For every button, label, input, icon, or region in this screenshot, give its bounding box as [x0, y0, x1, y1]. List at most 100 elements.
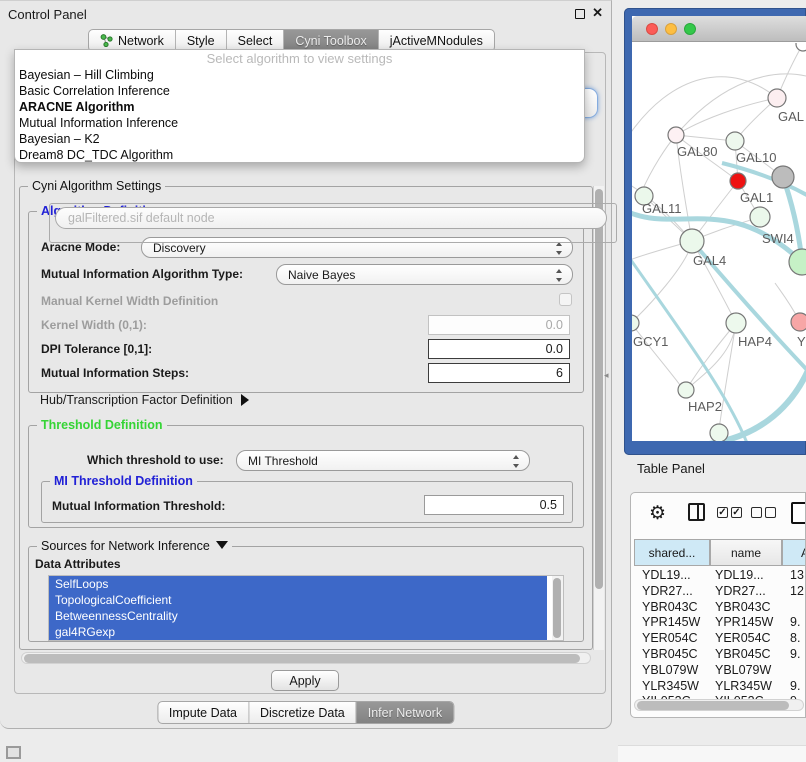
- close-panel-icon[interactable]: ✕: [592, 5, 603, 21]
- gear-icon[interactable]: ⚙: [649, 502, 666, 525]
- data-attributes-list[interactable]: SelfLoopsTopologicalCoefficientBetweenne…: [48, 575, 564, 641]
- table-cell: YDR27...: [634, 584, 710, 600]
- tab-jactivemnodules[interactable]: jActiveMNodules: [379, 30, 494, 51]
- network-node[interactable]: [791, 313, 806, 331]
- network-edge[interactable]: [641, 135, 676, 193]
- apply-button[interactable]: Apply: [271, 670, 339, 691]
- panel-divider-grip[interactable]: ◂: [604, 370, 609, 381]
- attribute-item[interactable]: gal4RGexp: [49, 624, 547, 640]
- attribute-item[interactable]: BetweennessCentrality: [49, 608, 547, 624]
- network-edge[interactable]: [676, 98, 777, 135]
- network-view-frame: GALGAL80GAL10GAL1GAL11GAL4SWI4GCY1HAP4YH…: [624, 8, 806, 455]
- network-node[interactable]: [750, 207, 770, 227]
- checked-checkbox-icon[interactable]: ✓: [731, 507, 742, 518]
- settings-hscroll-thumb[interactable]: [24, 654, 580, 663]
- network-node[interactable]: [726, 132, 744, 150]
- mi-threshold-field[interactable]: 0.5: [424, 495, 564, 515]
- kernel-width-field[interactable]: 0.0: [428, 315, 570, 335]
- tab-network[interactable]: Network: [89, 30, 176, 51]
- minimize-window-icon[interactable]: [665, 23, 677, 35]
- dpi-tolerance-label: DPI Tolerance [0,1]:: [41, 342, 152, 356]
- table-row[interactable]: YBR045CYBR045C9.: [634, 647, 806, 663]
- algorithm-option[interactable]: ARACNE Algorithm: [15, 99, 584, 115]
- network-window-titlebar[interactable]: [632, 16, 806, 42]
- algorithm-option[interactable]: Bayesian – K2: [15, 131, 584, 147]
- network-edge[interactable]: [632, 253, 688, 323]
- column-header-shared[interactable]: shared...: [634, 539, 710, 566]
- unchecked-checkbox-icon[interactable]: [765, 507, 776, 518]
- table-row[interactable]: YPR145WYPR145W9.: [634, 615, 806, 631]
- attribute-item[interactable]: TopologicalCoefficient: [49, 592, 547, 608]
- algorithm-option[interactable]: Mutual Information Inference: [15, 115, 584, 131]
- hub-definition-expander[interactable]: Hub/Transcription Factor Definition: [40, 393, 249, 407]
- algorithm-option[interactable]: Bayesian – Hill Climbing: [15, 67, 584, 83]
- tab-style[interactable]: Style: [176, 30, 227, 51]
- tab-select[interactable]: Select: [227, 30, 285, 51]
- table-row[interactable]: YDL19...YDL19...13: [634, 568, 806, 584]
- network-node[interactable]: [768, 89, 786, 107]
- network-edge[interactable]: [686, 323, 736, 390]
- network-node[interactable]: [796, 43, 806, 51]
- network-edge[interactable]: [632, 323, 680, 385]
- tab-cyni-toolbox[interactable]: Cyni Toolbox: [284, 30, 378, 51]
- algorithm-option[interactable]: Dream8 DC_TDC Algorithm: [15, 147, 584, 163]
- table-row[interactable]: YBR043CYBR043C: [634, 600, 806, 616]
- network-node[interactable]: [710, 424, 728, 441]
- tab-discretize-data[interactable]: Discretize Data: [249, 702, 357, 723]
- algorithm-select-popup: Select algorithm to view settings Bayesi…: [14, 49, 585, 163]
- bottom-strip: [618, 745, 806, 762]
- settings-vertical-scrollbar[interactable]: [593, 186, 604, 650]
- table-cell: YPR145W: [634, 615, 710, 631]
- attribute-item[interactable]: SelfLoops: [49, 576, 547, 592]
- network-node[interactable]: [730, 173, 746, 189]
- attr-list-scrollbar[interactable]: [552, 576, 563, 641]
- manual-kernel-label: Manual Kernel Width Definition: [41, 294, 218, 308]
- column-header-name[interactable]: name: [710, 539, 782, 566]
- checked-checkbox-icon[interactable]: ✓: [717, 507, 728, 518]
- table-row[interactable]: YDR27...YDR27...12: [634, 584, 806, 600]
- close-window-icon[interactable]: [646, 23, 658, 35]
- node-label: Y: [797, 334, 806, 349]
- settings-horizontal-scrollbar[interactable]: [21, 652, 591, 664]
- zoom-window-icon[interactable]: [684, 23, 696, 35]
- table-row[interactable]: YER054CYER054C8.: [634, 631, 806, 647]
- network-node[interactable]: [668, 127, 684, 143]
- network-node[interactable]: [678, 382, 694, 398]
- network-edge[interactable]: [686, 323, 736, 390]
- tab-label: Select: [238, 34, 273, 48]
- network-node[interactable]: [726, 313, 746, 333]
- network-node[interactable]: [680, 229, 704, 253]
- table-horizontal-scrollbar[interactable]: [634, 699, 804, 711]
- sources-title-text: Sources for Network Inference: [41, 539, 210, 553]
- sources-group-title[interactable]: Sources for Network Inference: [37, 539, 232, 553]
- network-window: GALGAL80GAL10GAL1GAL11GAL4SWI4GCY1HAP4YH…: [632, 16, 806, 441]
- network-edge[interactable]: [676, 74, 806, 135]
- attr-scrollbar-thumb[interactable]: [553, 578, 561, 638]
- tab-impute-data[interactable]: Impute Data: [158, 702, 249, 723]
- mi-type-combo[interactable]: Naive Bayes: [276, 264, 573, 285]
- table-source-combo[interactable]: galFiltered.sif default node: [55, 207, 607, 229]
- float-panel-icon[interactable]: [575, 9, 585, 19]
- node-label: GAL11: [642, 201, 682, 216]
- kernel-width-label: Kernel Width (0,1):: [41, 318, 147, 332]
- which-threshold-combo[interactable]: MI Threshold: [236, 450, 530, 471]
- network-canvas[interactable]: GALGAL80GAL10GAL1GAL11GAL4SWI4GCY1HAP4YH…: [632, 43, 806, 441]
- column-layout-icon[interactable]: [688, 503, 705, 521]
- table-row[interactable]: YBL079WYBL079W: [634, 663, 806, 679]
- network-tab-icon: [100, 34, 113, 47]
- node-label: SWI4: [762, 231, 794, 246]
- file-icon[interactable]: [791, 502, 806, 524]
- table-row[interactable]: YLR345WYLR345W9.: [634, 679, 806, 695]
- tab-infer-network[interactable]: Infer Network: [357, 702, 453, 723]
- table-hscroll-thumb[interactable]: [637, 701, 789, 710]
- manual-kernel-checkbox[interactable]: [559, 293, 572, 306]
- column-header-A[interactable]: A: [782, 539, 806, 566]
- algorithm-option[interactable]: Basic Correlation Inference: [15, 83, 584, 99]
- dpi-tolerance-field[interactable]: 0.0: [428, 339, 570, 359]
- unchecked-checkbox-icon[interactable]: [751, 507, 762, 518]
- network-node[interactable]: [772, 166, 794, 188]
- panel-corner-icon[interactable]: [6, 746, 21, 759]
- network-node[interactable]: [632, 315, 639, 331]
- mi-steps-field[interactable]: 6: [428, 363, 570, 383]
- settings-vscroll-thumb[interactable]: [595, 189, 603, 589]
